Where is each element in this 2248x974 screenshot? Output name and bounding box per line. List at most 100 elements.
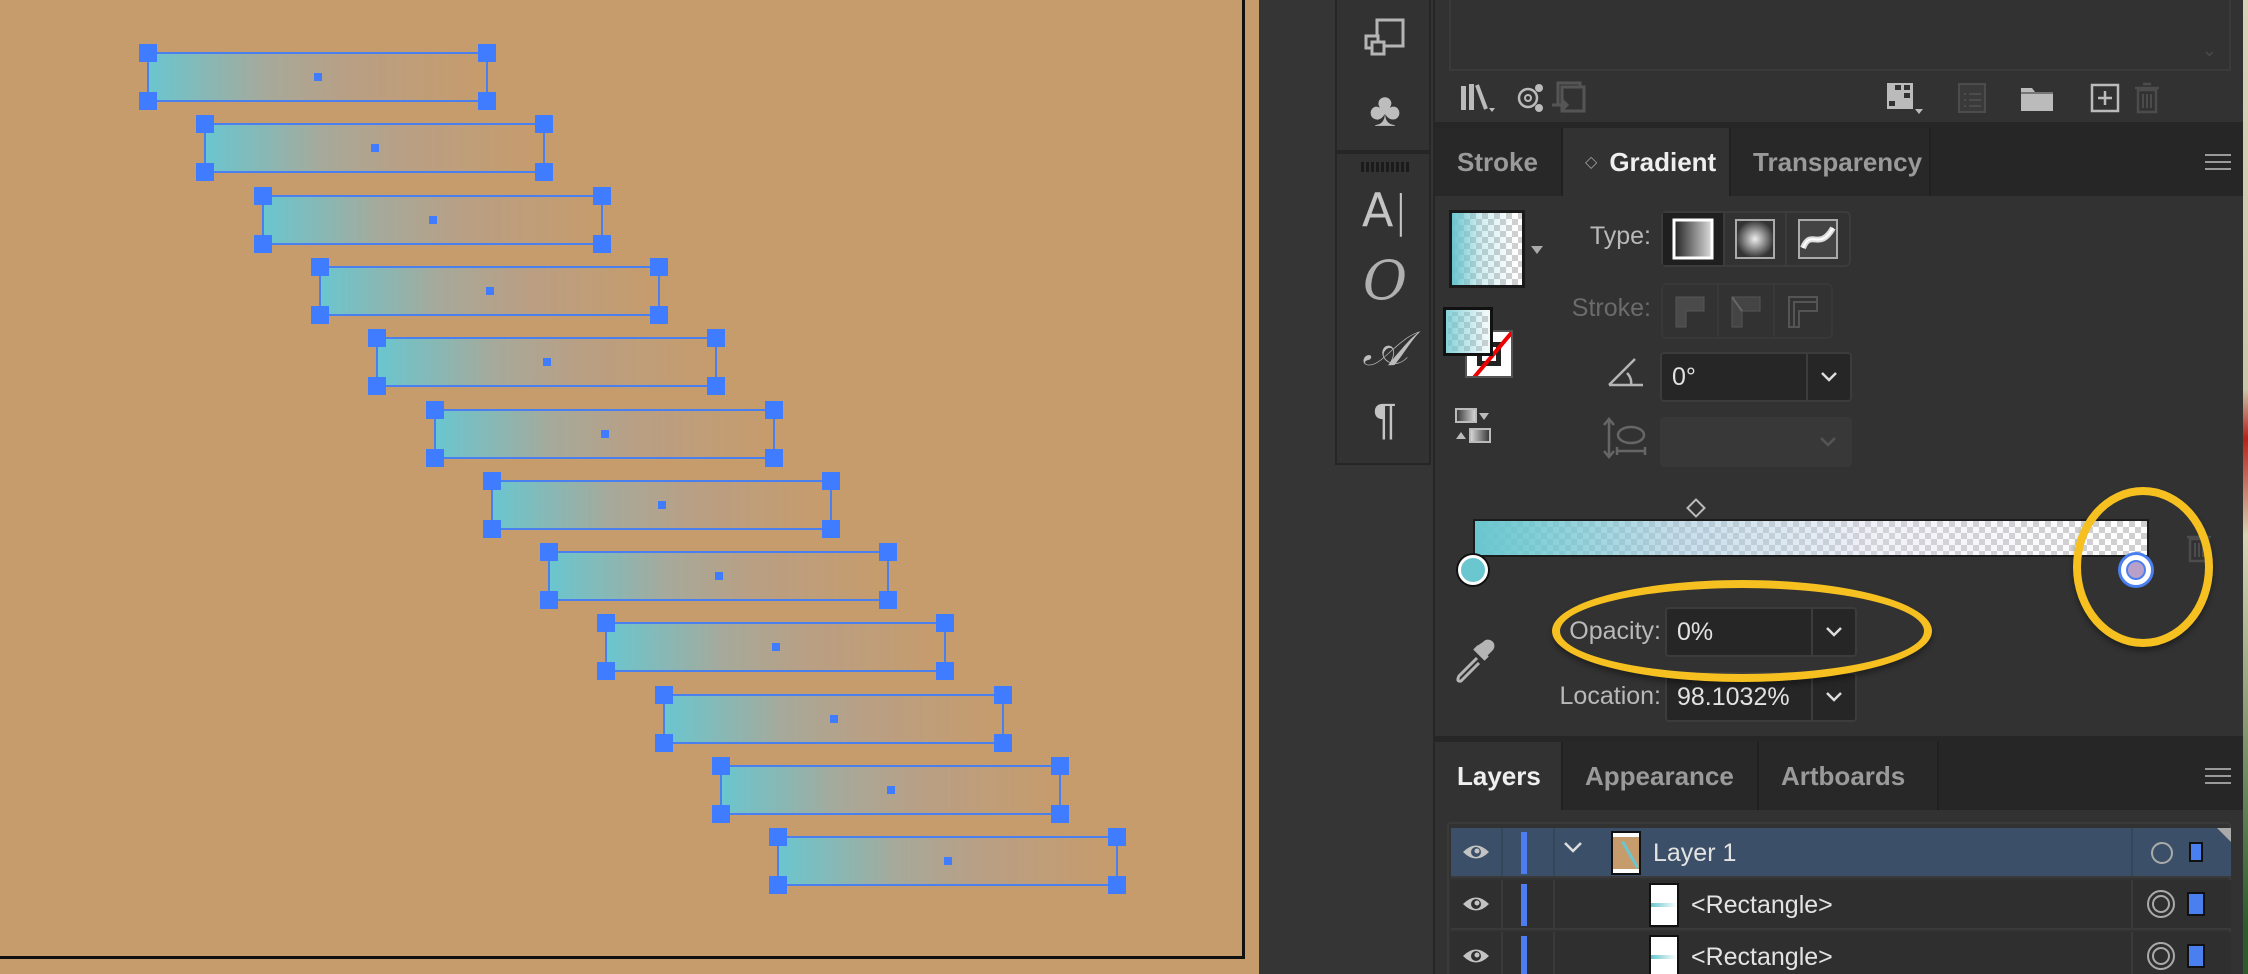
resize-handle[interactable]: [593, 187, 611, 205]
resize-handle[interactable]: [426, 449, 444, 467]
stroke-within-button[interactable]: [1663, 285, 1719, 337]
resize-handle[interactable]: [368, 329, 386, 347]
location-dropdown-button[interactable]: [1811, 674, 1855, 720]
place-button[interactable]: [1547, 80, 1591, 116]
opacity-field[interactable]: 0%: [1665, 607, 1857, 657]
resize-handle[interactable]: [368, 377, 386, 395]
opentype-panel-button[interactable]: O: [1355, 249, 1415, 312]
tab-appearance[interactable]: Appearance: [1563, 742, 1759, 810]
aspect-ratio-field[interactable]: [1660, 417, 1852, 467]
resize-handle[interactable]: [540, 591, 558, 609]
resize-handle[interactable]: [597, 614, 615, 632]
gradient-midpoint[interactable]: [1686, 498, 1706, 518]
gradient-rectangle[interactable]: [311, 258, 668, 324]
lock-toggle[interactable]: [1503, 828, 1555, 876]
resize-handle[interactable]: [936, 662, 954, 680]
reverse-gradient-button[interactable]: [1453, 408, 1495, 449]
gradient-rectangle[interactable]: [769, 828, 1126, 894]
tab-gradient[interactable]: ◇ Gradient: [1563, 128, 1731, 196]
resize-handle[interactable]: [994, 686, 1012, 704]
resize-handle[interactable]: [597, 662, 615, 680]
selection-indicator[interactable]: [2189, 842, 2203, 862]
target-circle-icon[interactable]: [2147, 942, 2175, 970]
resize-handle[interactable]: [712, 805, 730, 823]
selection-indicator[interactable]: [2187, 944, 2205, 968]
symbols-panel-button[interactable]: ♣: [1355, 82, 1415, 138]
resize-handle[interactable]: [311, 258, 329, 276]
glyphs-panel-button[interactable]: 𝒜: [1355, 322, 1415, 378]
gradient-rectangle[interactable]: [540, 543, 897, 609]
tab-transparency[interactable]: Transparency: [1731, 128, 1931, 196]
expand-toggle[interactable]: [1563, 840, 1583, 859]
resize-handle[interactable]: [535, 163, 553, 181]
resize-handle[interactable]: [139, 44, 157, 62]
resize-handle[interactable]: [196, 163, 214, 181]
resize-handle[interactable]: [426, 401, 444, 419]
gradient-rectangle[interactable]: [196, 115, 553, 181]
resize-handle[interactable]: [769, 876, 787, 894]
visibility-toggle[interactable]: [1451, 932, 1503, 974]
resize-handle[interactable]: [483, 472, 501, 490]
angle-field[interactable]: 0°: [1660, 352, 1852, 402]
layers-panel-menu-button[interactable]: [2205, 768, 2231, 788]
resize-handle[interactable]: [1051, 805, 1069, 823]
layer-row-rectangle[interactable]: <Rectangle>: [1451, 932, 2231, 974]
new-item-button[interactable]: [2083, 80, 2127, 116]
character-panel-button[interactable]: A|: [1355, 182, 1415, 238]
resize-handle[interactable]: [1108, 828, 1126, 846]
gradient-rectangle[interactable]: [426, 401, 783, 467]
freeform-gradient-button[interactable]: [1787, 213, 1849, 265]
libraries-button[interactable]: [1457, 80, 1501, 116]
layer-row-layer-1[interactable]: Layer 1: [1451, 828, 2231, 878]
strip-grip[interactable]: [1361, 162, 1409, 172]
paragraph-panel-button[interactable]: ¶: [1355, 392, 1415, 448]
resize-handle[interactable]: [593, 235, 611, 253]
visibility-toggle[interactable]: [1451, 880, 1503, 928]
stroke-across-button[interactable]: [1775, 285, 1831, 337]
aspect-ratio-dropdown-button[interactable]: [1806, 419, 1850, 465]
gradient-stop-right-selected[interactable]: [2121, 555, 2152, 585]
list-view-button[interactable]: [1950, 80, 1994, 116]
resize-handle[interactable]: [254, 235, 272, 253]
location-field[interactable]: 98.1032%: [1665, 672, 1857, 722]
resize-handle[interactable]: [1051, 757, 1069, 775]
resize-handle[interactable]: [707, 329, 725, 347]
resize-handle[interactable]: [196, 115, 214, 133]
gradient-rectangle[interactable]: [655, 686, 1012, 752]
resize-handle[interactable]: [879, 543, 897, 561]
new-group-button[interactable]: [2015, 80, 2059, 116]
libraries-dropdown[interactable]: ⌄: [1449, 0, 2231, 71]
gradient-panel-menu-button[interactable]: [2205, 154, 2231, 174]
resize-handle[interactable]: [311, 306, 329, 324]
gradient-rectangle[interactable]: [368, 329, 725, 395]
resize-handle[interactable]: [139, 92, 157, 110]
delete-button[interactable]: [2125, 80, 2169, 116]
gradient-slider[interactable]: [1473, 519, 2149, 557]
lock-toggle[interactable]: [1503, 880, 1555, 928]
lock-toggle[interactable]: [1503, 932, 1555, 974]
eyedropper-button[interactable]: [1453, 638, 1499, 691]
view-options-button[interactable]: [1883, 80, 1927, 116]
resize-handle[interactable]: [822, 472, 840, 490]
resize-handle[interactable]: [535, 115, 553, 133]
gradient-rectangle[interactable]: [712, 757, 1069, 823]
resize-handle[interactable]: [650, 258, 668, 276]
resize-handle[interactable]: [655, 686, 673, 704]
resize-handle[interactable]: [994, 734, 1012, 752]
fill-swatch[interactable]: [1443, 307, 1493, 356]
opacity-dropdown-button[interactable]: [1811, 609, 1855, 655]
tab-stroke[interactable]: Stroke: [1435, 128, 1563, 196]
delete-stop-button[interactable]: [2185, 533, 2213, 568]
linear-gradient-button[interactable]: [1663, 213, 1725, 265]
radial-gradient-button[interactable]: [1725, 213, 1787, 265]
resize-handle[interactable]: [655, 734, 673, 752]
resize-handle[interactable]: [712, 757, 730, 775]
swatch-dropdown-icon[interactable]: [1531, 246, 1543, 254]
resize-handle[interactable]: [765, 401, 783, 419]
selection-indicator[interactable]: [2187, 892, 2205, 916]
stroke-along-button[interactable]: [1719, 285, 1775, 337]
tab-layers[interactable]: Layers: [1435, 742, 1563, 810]
gradient-rectangle[interactable]: [254, 187, 611, 253]
layer-row-rectangle[interactable]: <Rectangle>: [1451, 880, 2231, 930]
angle-dropdown-button[interactable]: [1806, 354, 1850, 400]
